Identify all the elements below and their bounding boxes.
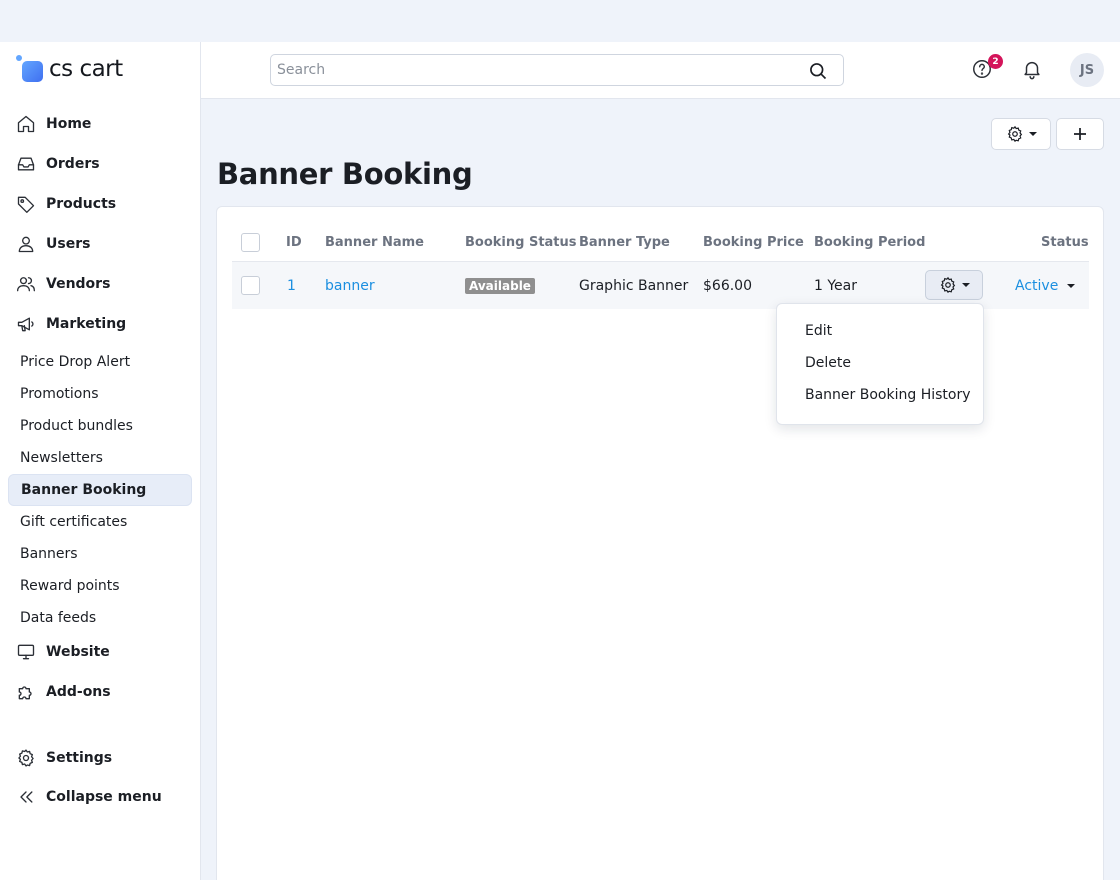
sidebar-item-home[interactable]: Home (8, 106, 192, 142)
row-actions-menu: Edit Delete Banner Booking History (776, 303, 984, 425)
caret-down-icon (961, 283, 970, 287)
avatar[interactable]: JS (1070, 53, 1104, 87)
booking-price-cell: $66.00 (703, 278, 752, 294)
banner-type-cell: Graphic Banner (579, 278, 689, 294)
sidebar-item-website[interactable]: Website (8, 634, 192, 670)
logo[interactable]: cs cart (16, 54, 123, 84)
home-icon (16, 114, 36, 134)
sidebar-item-settings[interactable]: Settings (8, 740, 192, 776)
banner-name-link[interactable]: banner (325, 278, 375, 294)
double-chevron-left-icon (16, 787, 36, 807)
inbox-icon (16, 154, 36, 174)
notifications-button[interactable] (1021, 58, 1045, 82)
caret-down-icon (1067, 284, 1076, 288)
settings-dropdown-button[interactable] (991, 118, 1051, 150)
sidebar-item-collapse-menu[interactable]: Collapse menu (8, 779, 192, 815)
page-title: Banner Booking (217, 157, 473, 191)
user-icon (16, 234, 36, 254)
booking-period-cell: 1 Year (814, 278, 857, 294)
sidebar-item-label: Collapse menu (46, 789, 162, 805)
logo-text: cs cart (49, 56, 123, 82)
column-header-status[interactable]: Status (1041, 235, 1089, 250)
sidebar-item-orders[interactable]: Orders (8, 146, 192, 182)
sidebar-subitem-data-feeds[interactable]: Data feeds (8, 602, 192, 634)
sidebar-item-label: Products (46, 196, 117, 212)
status-dropdown[interactable]: Active (1015, 278, 1076, 294)
sidebar-item-label: Settings (46, 750, 113, 766)
search-input[interactable] (271, 55, 791, 85)
row-checkbox[interactable] (241, 276, 260, 295)
sidebar-item-add-ons[interactable]: Add-ons (8, 674, 192, 710)
sidebar-item-users[interactable]: Users (8, 226, 192, 262)
monitor-icon (16, 642, 36, 662)
help-button[interactable]: 2 (971, 54, 1003, 84)
menu-item-edit[interactable]: Edit (805, 323, 832, 339)
sidebar-item-label: Vendors (46, 276, 111, 292)
sidebar-item-label: Home (46, 116, 92, 132)
sidebar-item-products[interactable]: Products (8, 186, 192, 222)
column-header-booking-status[interactable]: Booking Status (465, 235, 577, 250)
sidebar-item-vendors[interactable]: Vendors (8, 266, 192, 302)
users-icon (16, 274, 36, 294)
top-header: 2 JS (201, 42, 1120, 99)
column-header-banner-type[interactable]: Banner Type (579, 235, 670, 250)
column-header-booking-price[interactable]: Booking Price (703, 235, 804, 250)
sidebar-subitem-price-drop-alert[interactable]: Price Drop Alert (8, 346, 192, 378)
sidebar-item-label: Add-ons (46, 684, 111, 700)
megaphone-icon (16, 314, 36, 334)
gear-icon (16, 748, 36, 768)
sidebar-item-marketing[interactable]: Marketing (8, 306, 192, 342)
notification-badge: 2 (988, 54, 1003, 69)
column-header-booking-period[interactable]: Booking Period (814, 235, 925, 250)
gear-icon (939, 276, 957, 294)
logo-icon (16, 55, 44, 83)
puzzle-icon (16, 682, 36, 702)
gear-icon (1006, 125, 1024, 143)
sidebar-item-label: Marketing (46, 316, 127, 332)
tag-icon (16, 194, 36, 214)
row-id-link[interactable]: 1 (287, 278, 296, 294)
select-all-checkbox[interactable] (241, 233, 260, 252)
menu-item-banner-booking-history[interactable]: Banner Booking History (805, 387, 971, 403)
booking-status-label: Available (465, 278, 535, 294)
column-header-id[interactable]: ID (286, 235, 302, 250)
column-header-banner-name[interactable]: Banner Name (325, 235, 424, 250)
top-strip (0, 0, 1120, 42)
sidebar-subitem-product-bundles[interactable]: Product bundles (8, 410, 192, 442)
help-icon (971, 60, 993, 84)
plus-icon (1072, 126, 1088, 142)
sidebar-item-label: Users (46, 236, 91, 252)
menu-item-delete[interactable]: Delete (805, 355, 851, 371)
sidebar-subitem-promotions[interactable]: Promotions (8, 378, 192, 410)
sidebar-subitem-banner-booking[interactable]: Banner Booking (8, 474, 192, 506)
sidebar-item-label: Website (46, 644, 110, 660)
bell-icon (1021, 61, 1043, 84)
sidebar-subitem-newsletters[interactable]: Newsletters (8, 442, 192, 474)
caret-down-icon (1028, 132, 1037, 136)
search-icon[interactable] (808, 61, 828, 81)
table-row: 1 banner Available Graphic Banner $66.00… (232, 262, 1089, 309)
row-actions-button[interactable] (925, 270, 983, 300)
search-box (270, 54, 844, 86)
status-value: Active (1015, 278, 1059, 294)
sidebar-item-label: Orders (46, 156, 100, 172)
sidebar-subitem-banners[interactable]: Banners (8, 538, 192, 570)
sidebar-subitem-gift-certificates[interactable]: Gift certificates (8, 506, 192, 538)
sidebar-subitem-reward-points[interactable]: Reward points (8, 570, 192, 602)
add-button[interactable] (1056, 118, 1104, 150)
